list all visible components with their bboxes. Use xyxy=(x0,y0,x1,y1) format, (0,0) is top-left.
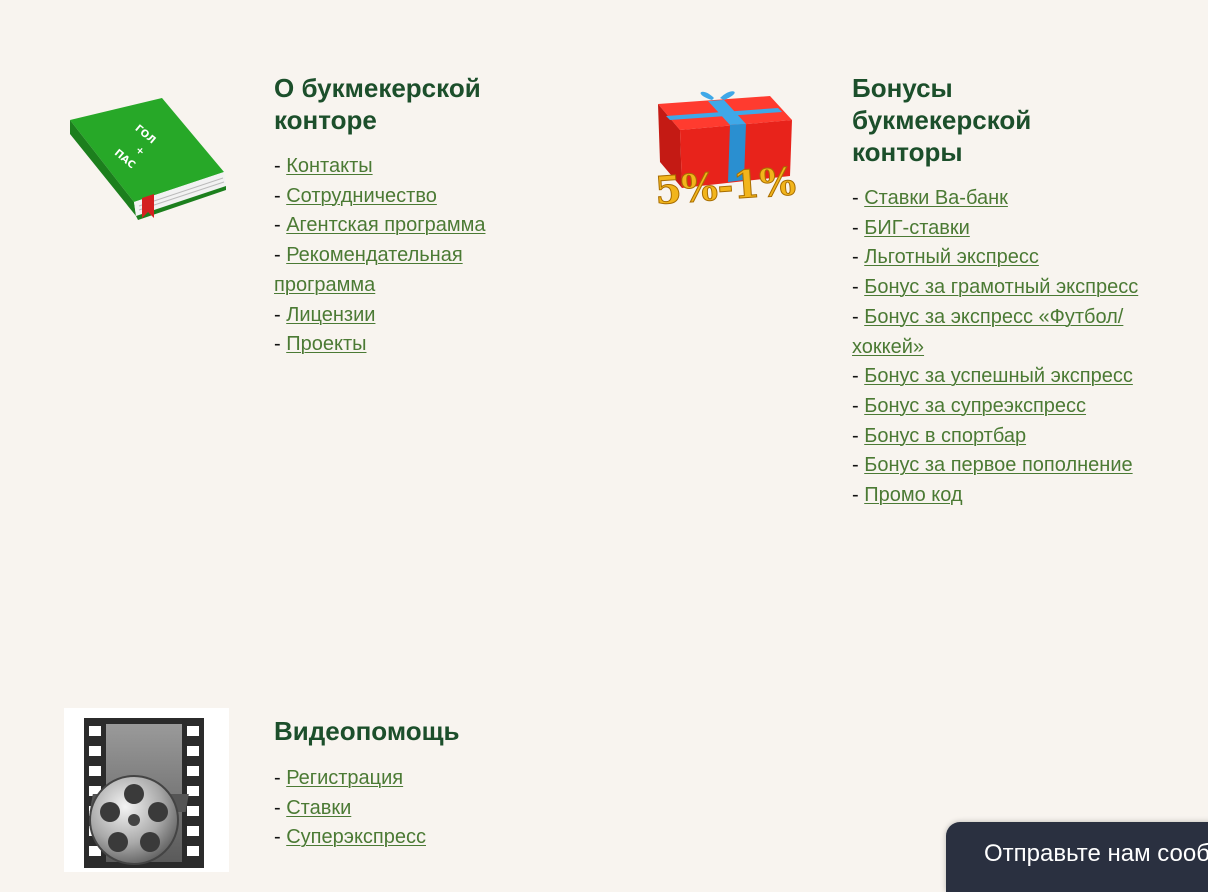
list-item: - Ставки Ва-банк xyxy=(852,187,1008,209)
list-item: - Бонус в спортбар xyxy=(852,424,1027,447)
video-links-list: - Регистрация - Ставки - Суперэкспресс xyxy=(274,764,574,853)
link-sportbar-bonus[interactable]: Бонус в спортбар xyxy=(864,425,1026,447)
send-message-label: Отправьте нам сообщение xyxy=(984,840,1208,867)
list-item: - Бонус за первое пополнение xyxy=(852,454,1133,477)
list-item: - Проекты xyxy=(274,333,367,356)
link-promo-code[interactable]: Промо код xyxy=(864,484,962,506)
link-va-bank[interactable]: Ставки Ва-банк xyxy=(864,187,1008,209)
list-item: - Рекомендательная программа xyxy=(274,244,463,296)
list-item: - Бонус за успешный экспресс xyxy=(852,365,1133,388)
list-item: - Промо код xyxy=(852,484,963,507)
list-item: - Лицензии xyxy=(274,303,376,326)
list-item: - Суперэкспресс xyxy=(274,826,426,849)
link-big-bets[interactable]: БИГ-ставки xyxy=(864,217,970,239)
link-first-deposit-bonus[interactable]: Бонус за первое пополнение xyxy=(864,454,1132,476)
gift-percent-text: 5%-1% xyxy=(653,158,797,213)
send-message-widget[interactable]: Отправьте нам сообщение xyxy=(946,822,1208,892)
list-item: - Ставки xyxy=(274,796,352,819)
list-item: - Сотрудничество xyxy=(274,184,437,207)
list-item: - БИГ-ставки xyxy=(852,216,970,239)
list-item: - Бонус за экспресс «Футбол/хоккей» xyxy=(852,305,1124,358)
list-item: - Бонус за грамотный экспресс xyxy=(852,276,1139,299)
film-reel-icon xyxy=(64,708,229,872)
bonus-links-list: - Ставки Ва-банк - БИГ-ставки - Льготный… xyxy=(852,184,1152,511)
list-item: - Контакты xyxy=(274,155,373,177)
link-registration-video[interactable]: Регистрация xyxy=(286,767,403,789)
link-bets-video[interactable]: Ставки xyxy=(286,797,351,819)
list-item: - Агентская программа xyxy=(274,214,486,237)
section-title-bonuses: Бонусы букмекерской конторы xyxy=(852,73,1032,167)
link-agent-program[interactable]: Агентская программа xyxy=(286,214,485,236)
section-title-video-help: Видеопомощь xyxy=(274,716,460,746)
link-superexpress-video[interactable]: Суперэкспресс xyxy=(286,826,426,848)
list-item: - Бонус за супреэкспресс xyxy=(852,394,1087,417)
link-football-hockey-bonus[interactable]: Бонус за экспресс «Футбол/хоккей» xyxy=(852,306,1123,358)
green-book-icon: ГОЛ + ПАС xyxy=(64,94,230,224)
link-cooperation[interactable]: Сотрудничество xyxy=(286,185,437,207)
link-projects[interactable]: Проекты xyxy=(286,333,366,355)
link-successful-express-bonus[interactable]: Бонус за успешный экспресс xyxy=(864,365,1133,387)
link-smart-express-bonus[interactable]: Бонус за грамотный экспресс xyxy=(864,276,1138,298)
gift-box-icon: 5%-1% xyxy=(652,90,808,214)
link-referral-program[interactable]: Рекомендательная программа xyxy=(274,244,463,296)
list-item: - Льготный экспресс xyxy=(852,246,1039,269)
link-contacts[interactable]: Контакты xyxy=(286,155,372,177)
section-title-about: О букмекерской конторе xyxy=(274,73,481,135)
list-item: - Регистрация xyxy=(274,767,404,789)
link-licenses[interactable]: Лицензии xyxy=(286,304,375,326)
link-superexpress-bonus[interactable]: Бонус за супреэкспресс xyxy=(864,395,1086,417)
about-links-list: - Контакты - Сотрудничество - Агентская … xyxy=(274,152,524,360)
link-preferential-express[interactable]: Льготный экспресс xyxy=(864,246,1039,268)
